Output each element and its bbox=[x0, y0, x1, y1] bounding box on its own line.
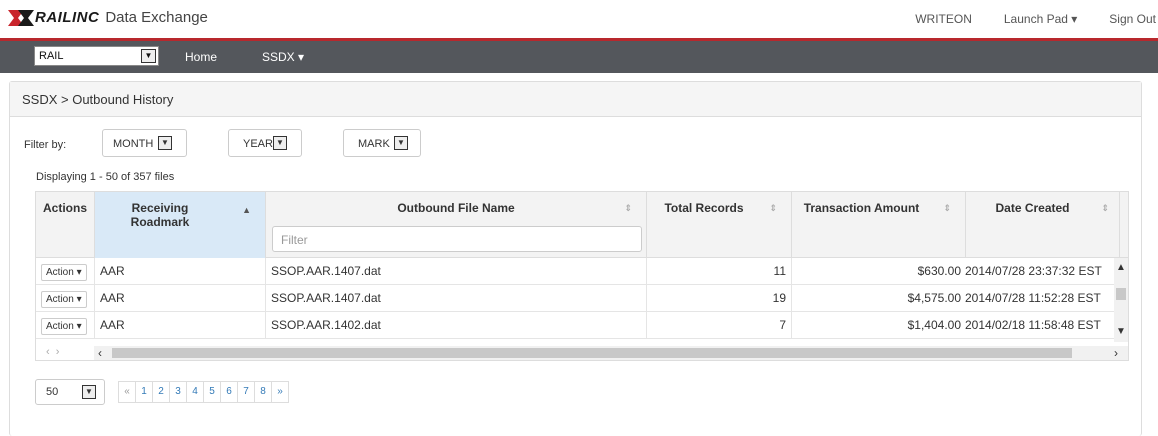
sort-icon[interactable]: ⇕ bbox=[1101, 203, 1109, 214]
column-header-label: Outbound File Name bbox=[397, 201, 515, 215]
page-next-button[interactable]: » bbox=[271, 381, 289, 403]
chevron-down-icon[interactable]: ▼ bbox=[141, 49, 156, 63]
product-name: Data Exchange bbox=[105, 9, 208, 26]
railinc-logo-icon bbox=[8, 9, 34, 26]
table-header-row: Actions Receiving Roadmark ▲ Outbound Fi… bbox=[36, 192, 1128, 258]
year-filter-value: YEAR bbox=[243, 138, 273, 150]
month-filter-select[interactable]: MONTH ▼ bbox=[102, 129, 187, 157]
scroll-right-icon[interactable]: › bbox=[1114, 346, 1118, 360]
railinc-logo[interactable]: RAILINC Data Exchange bbox=[8, 9, 208, 26]
page-button[interactable]: 4 bbox=[186, 381, 204, 403]
total-records-cell: 7 bbox=[647, 312, 792, 339]
actions-cell: Action ▾ bbox=[36, 285, 95, 312]
file-name-cell: SSOP.AAR.1402.dat bbox=[266, 312, 647, 339]
column-header-label: Date Created bbox=[995, 201, 1070, 215]
sort-ascending-icon[interactable]: ▲ bbox=[242, 205, 251, 215]
chevron-down-icon[interactable]: ▼ bbox=[273, 136, 287, 150]
column-header-outbound-file-name[interactable]: Outbound File Name ⇕ Filter bbox=[266, 192, 647, 258]
date-created-cell: 2014/07/28 23:37:32 EST bbox=[962, 258, 1116, 285]
user-link[interactable]: WRITEON bbox=[915, 12, 972, 26]
vertical-scrollbar[interactable]: ▲ ▼ bbox=[1114, 258, 1128, 342]
column-header-label: Receiving Roadmark bbox=[130, 201, 190, 229]
total-records-cell: 11 bbox=[647, 258, 792, 285]
chevron-down-icon[interactable]: ▼ bbox=[158, 136, 172, 150]
page-button[interactable]: 8 bbox=[254, 381, 272, 403]
column-header-transaction-amount[interactable]: Transaction Amount ⇕ bbox=[792, 192, 966, 258]
page-button[interactable]: 5 bbox=[203, 381, 221, 403]
roadmark-cell: AAR bbox=[95, 285, 266, 312]
rail-select-value: RAIL bbox=[39, 50, 64, 62]
month-filter-value: MONTH bbox=[113, 138, 154, 150]
pagination: « 1 2 3 4 5 6 7 8 » bbox=[118, 381, 289, 403]
sort-icon[interactable]: ⇕ bbox=[943, 203, 951, 214]
brand-name: RAILINC bbox=[35, 9, 100, 26]
table-row[interactable]: Action ▾ AAR SSOP.AAR.1402.dat 7 $1,404.… bbox=[36, 312, 1128, 339]
pinned-scroll-arrows-icon[interactable]: ‹ › bbox=[46, 346, 59, 358]
nav-bar: RAIL ▼ Home SSDX ▾ bbox=[0, 41, 1158, 73]
action-menu-button[interactable]: Action ▾ bbox=[41, 318, 87, 335]
scroll-left-icon[interactable]: ‹ bbox=[98, 346, 102, 360]
action-menu-button[interactable]: Action ▾ bbox=[41, 264, 87, 281]
rail-select[interactable]: RAIL ▼ bbox=[34, 46, 159, 66]
top-bar: RAILINC Data Exchange WRITEON Launch Pad… bbox=[0, 0, 1158, 38]
launch-pad-menu[interactable]: Launch Pad ▾ bbox=[1004, 12, 1077, 26]
actions-cell: Action ▾ bbox=[36, 258, 95, 285]
outbound-history-table: Actions Receiving Roadmark ▲ Outbound Fi… bbox=[35, 191, 1129, 361]
chevron-down-icon[interactable]: ▼ bbox=[394, 136, 408, 150]
actions-cell: Action ▾ bbox=[36, 312, 95, 339]
result-count: Displaying 1 - 50 of 357 files bbox=[36, 171, 175, 183]
column-header-total-records[interactable]: Total Records ⇕ bbox=[647, 192, 792, 258]
filter-by-label: Filter by: bbox=[24, 139, 67, 151]
nav-home[interactable]: Home bbox=[185, 50, 217, 64]
mark-filter-select[interactable]: MARK ▼ bbox=[343, 129, 421, 157]
table-row[interactable]: Action ▾ AAR SSOP.AAR.1407.dat 19 $4,575… bbox=[36, 285, 1128, 312]
page-button[interactable]: 3 bbox=[169, 381, 187, 403]
file-name-cell: SSOP.AAR.1407.dat bbox=[266, 258, 647, 285]
nav-ssdx-menu[interactable]: SSDX ▾ bbox=[262, 50, 304, 64]
column-header-receiving-roadmark[interactable]: Receiving Roadmark ▲ bbox=[95, 192, 266, 258]
sort-icon[interactable]: ⇕ bbox=[624, 203, 632, 214]
column-header-label: Transaction Amount bbox=[803, 201, 920, 215]
breadcrumb: SSDX > Outbound History bbox=[10, 82, 1141, 117]
roadmark-cell: AAR bbox=[95, 312, 266, 339]
scrollbar-thumb[interactable] bbox=[112, 348, 1072, 358]
scroll-up-icon[interactable]: ▲ bbox=[1116, 262, 1126, 273]
top-links: WRITEON Launch Pad ▾ Sign Out bbox=[883, 12, 1158, 26]
scroll-down-icon[interactable]: ▼ bbox=[1116, 326, 1126, 337]
scrollbar-thumb[interactable] bbox=[1116, 288, 1126, 300]
page-button[interactable]: 1 bbox=[135, 381, 153, 403]
transaction-amount-cell: $1,404.00 bbox=[907, 318, 961, 332]
column-header-date-created[interactable]: Date Created ⇕ bbox=[966, 192, 1120, 258]
column-header-label: Total Records bbox=[664, 201, 744, 215]
year-filter-select[interactable]: YEAR ▼ bbox=[228, 129, 302, 157]
total-records-cell: 19 bbox=[647, 285, 792, 312]
chevron-down-icon[interactable]: ▼ bbox=[82, 385, 96, 399]
column-header-actions: Actions bbox=[36, 192, 95, 258]
page-button[interactable]: 7 bbox=[237, 381, 255, 403]
page-button[interactable]: 2 bbox=[152, 381, 170, 403]
transaction-amount-cell: $4,575.00 bbox=[907, 291, 961, 305]
page-size-value: 50 bbox=[46, 386, 59, 398]
roadmark-cell: AAR bbox=[95, 258, 266, 285]
table-row[interactable]: Action ▾ AAR SSOP.AAR.1407.dat 11 $630.0… bbox=[36, 258, 1128, 285]
sort-icon[interactable]: ⇕ bbox=[769, 203, 777, 214]
transaction-amount-cell: $630.00 bbox=[917, 264, 961, 278]
horizontal-scrollbar[interactable]: ‹ › bbox=[94, 346, 1128, 360]
page-size-select[interactable]: 50 ▼ bbox=[35, 379, 105, 405]
file-name-cell: SSOP.AAR.1407.dat bbox=[266, 285, 647, 312]
page-first-button[interactable]: « bbox=[118, 381, 136, 403]
column-header-label: Actions bbox=[42, 201, 87, 215]
action-menu-button[interactable]: Action ▾ bbox=[41, 291, 87, 308]
mark-filter-value: MARK bbox=[358, 138, 390, 150]
date-created-cell: 2014/02/18 11:58:48 EST bbox=[962, 312, 1116, 339]
file-name-filter-input[interactable]: Filter bbox=[272, 226, 642, 252]
sign-out-link[interactable]: Sign Out bbox=[1109, 12, 1156, 26]
page-button[interactable]: 6 bbox=[220, 381, 238, 403]
date-created-cell: 2014/07/28 11:52:28 EST bbox=[962, 285, 1116, 312]
